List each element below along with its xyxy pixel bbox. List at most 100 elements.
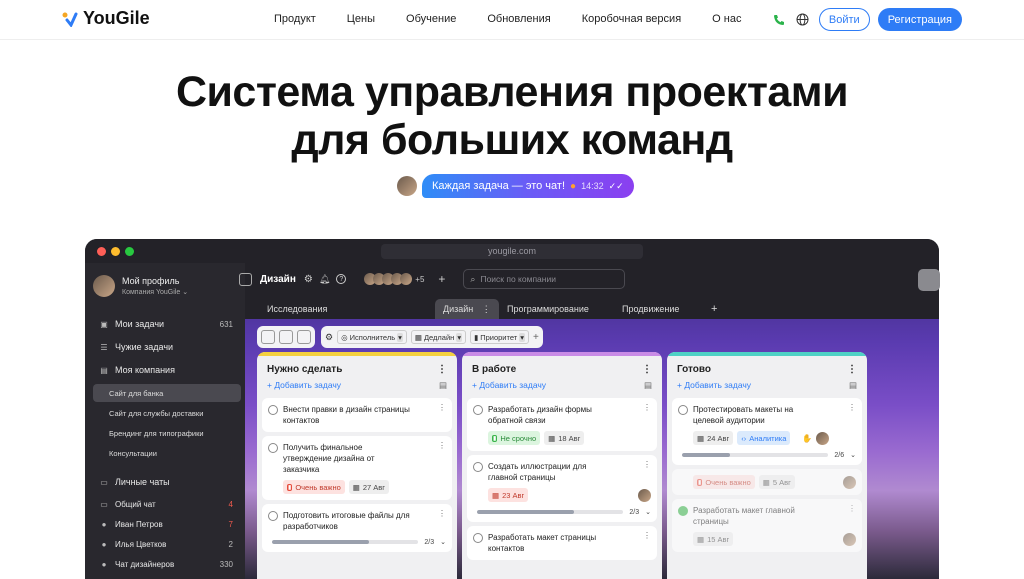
- chevron-down-icon: ⌄: [440, 539, 446, 546]
- deadline-tag: ▦ 27 Авг: [348, 480, 390, 494]
- sidebar-toggle-icon[interactable]: [239, 272, 252, 286]
- project-item-delivery-site[interactable]: Сайт для службы доставки: [93, 404, 241, 422]
- task-card[interactable]: ▮ Очень важно ▦ 5 Авг: [672, 469, 862, 495]
- app-window: yougile.com Мой профиль Компания YouGile…: [85, 239, 939, 579]
- task-card[interactable]: Создать иллюстрации для главной страницы…: [467, 455, 657, 522]
- table-view-icon[interactable]: [297, 330, 311, 344]
- profile-block[interactable]: Мой профиль Компания YouGile ⌄: [93, 275, 188, 297]
- sidebar-item-others-tasks[interactable]: ☰ Чужие задачи: [93, 338, 241, 356]
- menu-item-prices[interactable]: Цены: [347, 13, 375, 25]
- maximize-window-icon[interactable]: [125, 247, 134, 256]
- globe-icon[interactable]: [795, 12, 811, 28]
- task-card[interactable]: Протестировать макеты на целевой аудитор…: [672, 398, 862, 465]
- kanban-view-icon[interactable]: [261, 330, 275, 344]
- add-task-button[interactable]: + Добавить задачу ▤: [667, 377, 867, 394]
- more-vertical-icon[interactable]: ⋮: [438, 509, 446, 518]
- chat-item-ivan[interactable]: ● Иван Петров 7: [93, 515, 241, 533]
- add-task-button[interactable]: + Добавить задачу ▤: [257, 377, 457, 394]
- close-window-icon[interactable]: [97, 247, 106, 256]
- project-item-consulting[interactable]: Консультации: [93, 444, 241, 462]
- assignee-avatar: [638, 488, 651, 502]
- board-tabs: Исследования Дизайн ⋮ Программирование П…: [245, 295, 939, 319]
- checkbox[interactable]: [473, 462, 483, 472]
- main-menu: Продукт Цены Обучение Обновления Коробоч…: [274, 13, 772, 25]
- more-vertical-icon[interactable]: ⋮: [643, 531, 651, 540]
- menu-item-learning[interactable]: Обучение: [406, 13, 456, 25]
- calendar-view-icon[interactable]: [279, 330, 293, 344]
- task-title: Создать иллюстрации для главной страницы: [488, 462, 587, 482]
- tab-programming[interactable]: Программирование: [499, 299, 597, 319]
- task-card[interactable]: Разработать дизайн формы обратной связи …: [467, 398, 657, 451]
- more-vertical-icon[interactable]: ⋮: [848, 403, 856, 412]
- task-card[interactable]: Разработать макет главной страницы ⋮ ▦ 15…: [672, 499, 862, 552]
- login-button[interactable]: Войти: [818, 8, 870, 31]
- checkbox[interactable]: [473, 405, 483, 415]
- logo[interactable]: YouGile: [62, 8, 150, 29]
- checkbox[interactable]: [268, 511, 278, 521]
- task-card[interactable]: Получить финальное утверждение дизайна о…: [262, 436, 452, 500]
- bell-icon[interactable]: 🔔︎: [319, 274, 330, 285]
- chat-item-general[interactable]: ▭ Общий чат 4: [93, 495, 241, 513]
- hero-line-1: Система управления проектами: [175, 68, 849, 116]
- sidebar-item-my-tasks[interactable]: ▣ Мои задачи 631: [93, 315, 241, 333]
- user-avatar-icon: ●: [101, 559, 107, 569]
- company-name: Компания YouGile ⌄: [122, 289, 189, 296]
- tab-design[interactable]: Дизайн ⋮: [435, 299, 499, 319]
- more-vertical-icon[interactable]: ⋮: [437, 364, 447, 375]
- hero-title: Система управления проектами для больших…: [0, 68, 1024, 164]
- filter-assignee[interactable]: ◎ Исполнитель ▾: [337, 330, 407, 344]
- calendar-icon: ▦: [697, 433, 705, 443]
- tab-promotion[interactable]: Продвижение: [614, 299, 687, 319]
- task-title: Разработать макет главной страницы: [693, 506, 795, 526]
- more-vertical-icon[interactable]: ⋮: [642, 364, 652, 375]
- chat-item-designers[interactable]: ● Чат дизайнеров 330: [93, 555, 241, 573]
- more-vertical-icon[interactable]: ⋮: [847, 364, 857, 375]
- menu-item-updates[interactable]: Обновления: [487, 13, 550, 25]
- list-icon: ☰: [100, 342, 108, 352]
- more-vertical-icon[interactable]: ⋮: [643, 460, 651, 469]
- sidebar-item-personal-chats[interactable]: ▭ Личные чаты: [93, 473, 241, 491]
- double-check-icon: ✓✓: [608, 180, 624, 191]
- code-icon: ‹›: [741, 433, 747, 443]
- minimize-window-icon[interactable]: [111, 247, 120, 256]
- task-card[interactable]: Разработать макет страницы контактов ⋮: [467, 526, 657, 560]
- project-item-branding[interactable]: Брендинг для типографики: [93, 424, 241, 442]
- more-vertical-icon[interactable]: ⋮: [438, 403, 446, 412]
- task-card[interactable]: Подготовить итоговые файлы для разработч…: [262, 504, 452, 552]
- menu-item-product[interactable]: Продукт: [274, 13, 316, 25]
- settings-icon[interactable]: ⚙: [304, 274, 313, 285]
- more-vertical-icon[interactable]: ⋮: [438, 441, 446, 450]
- checkbox[interactable]: [473, 533, 483, 543]
- chat-item-ilya[interactable]: ● Илья Цветков 2: [93, 535, 241, 553]
- calendar-icon: ▦: [548, 433, 556, 443]
- checkbox[interactable]: [678, 405, 688, 415]
- add-filter-icon[interactable]: +: [533, 332, 539, 343]
- search-input[interactable]: ⌕ Поиск по компании: [463, 269, 626, 289]
- more-vertical-icon[interactable]: ⋮: [848, 504, 856, 513]
- add-member-icon[interactable]: +: [438, 272, 445, 286]
- sidebar-item-my-company[interactable]: ▤ Моя компания: [93, 361, 241, 379]
- menu-item-about[interactable]: О нас: [712, 13, 741, 25]
- deadline-tag: ▦ 18 Авг: [544, 431, 585, 445]
- add-task-button[interactable]: + Добавить задачу ▤: [462, 377, 662, 394]
- chat-toggle-button[interactable]: [918, 269, 940, 291]
- add-tab-icon[interactable]: +: [703, 299, 725, 319]
- gear-icon[interactable]: ⚙: [325, 332, 333, 343]
- checkbox[interactable]: [268, 405, 278, 415]
- more-vertical-icon[interactable]: ⋮: [643, 403, 651, 412]
- filter-deadline[interactable]: ▦ Дедлайн ▾: [410, 330, 467, 344]
- user-avatar-icon: ●: [101, 519, 107, 529]
- checkbox[interactable]: [268, 443, 278, 453]
- menu-item-boxed[interactable]: Коробочная версия: [582, 13, 681, 25]
- help-icon[interactable]: ?: [336, 274, 347, 284]
- project-item-bank-site[interactable]: Сайт для банка: [93, 384, 241, 402]
- members-avatars[interactable]: [364, 273, 413, 285]
- tab-research[interactable]: Исследования: [259, 299, 335, 319]
- register-button[interactable]: Регистрация: [877, 8, 962, 31]
- filter-priority[interactable]: ▮ Приоритет ▾: [470, 330, 529, 344]
- phone-icon[interactable]: [771, 12, 787, 28]
- subtask-progress: 2/3 ⌄: [272, 538, 446, 546]
- checkbox-checked[interactable]: [678, 506, 688, 516]
- address-bar[interactable]: yougile.com: [381, 244, 643, 259]
- task-card[interactable]: Внести правки в дизайн страницы контакто…: [262, 398, 452, 432]
